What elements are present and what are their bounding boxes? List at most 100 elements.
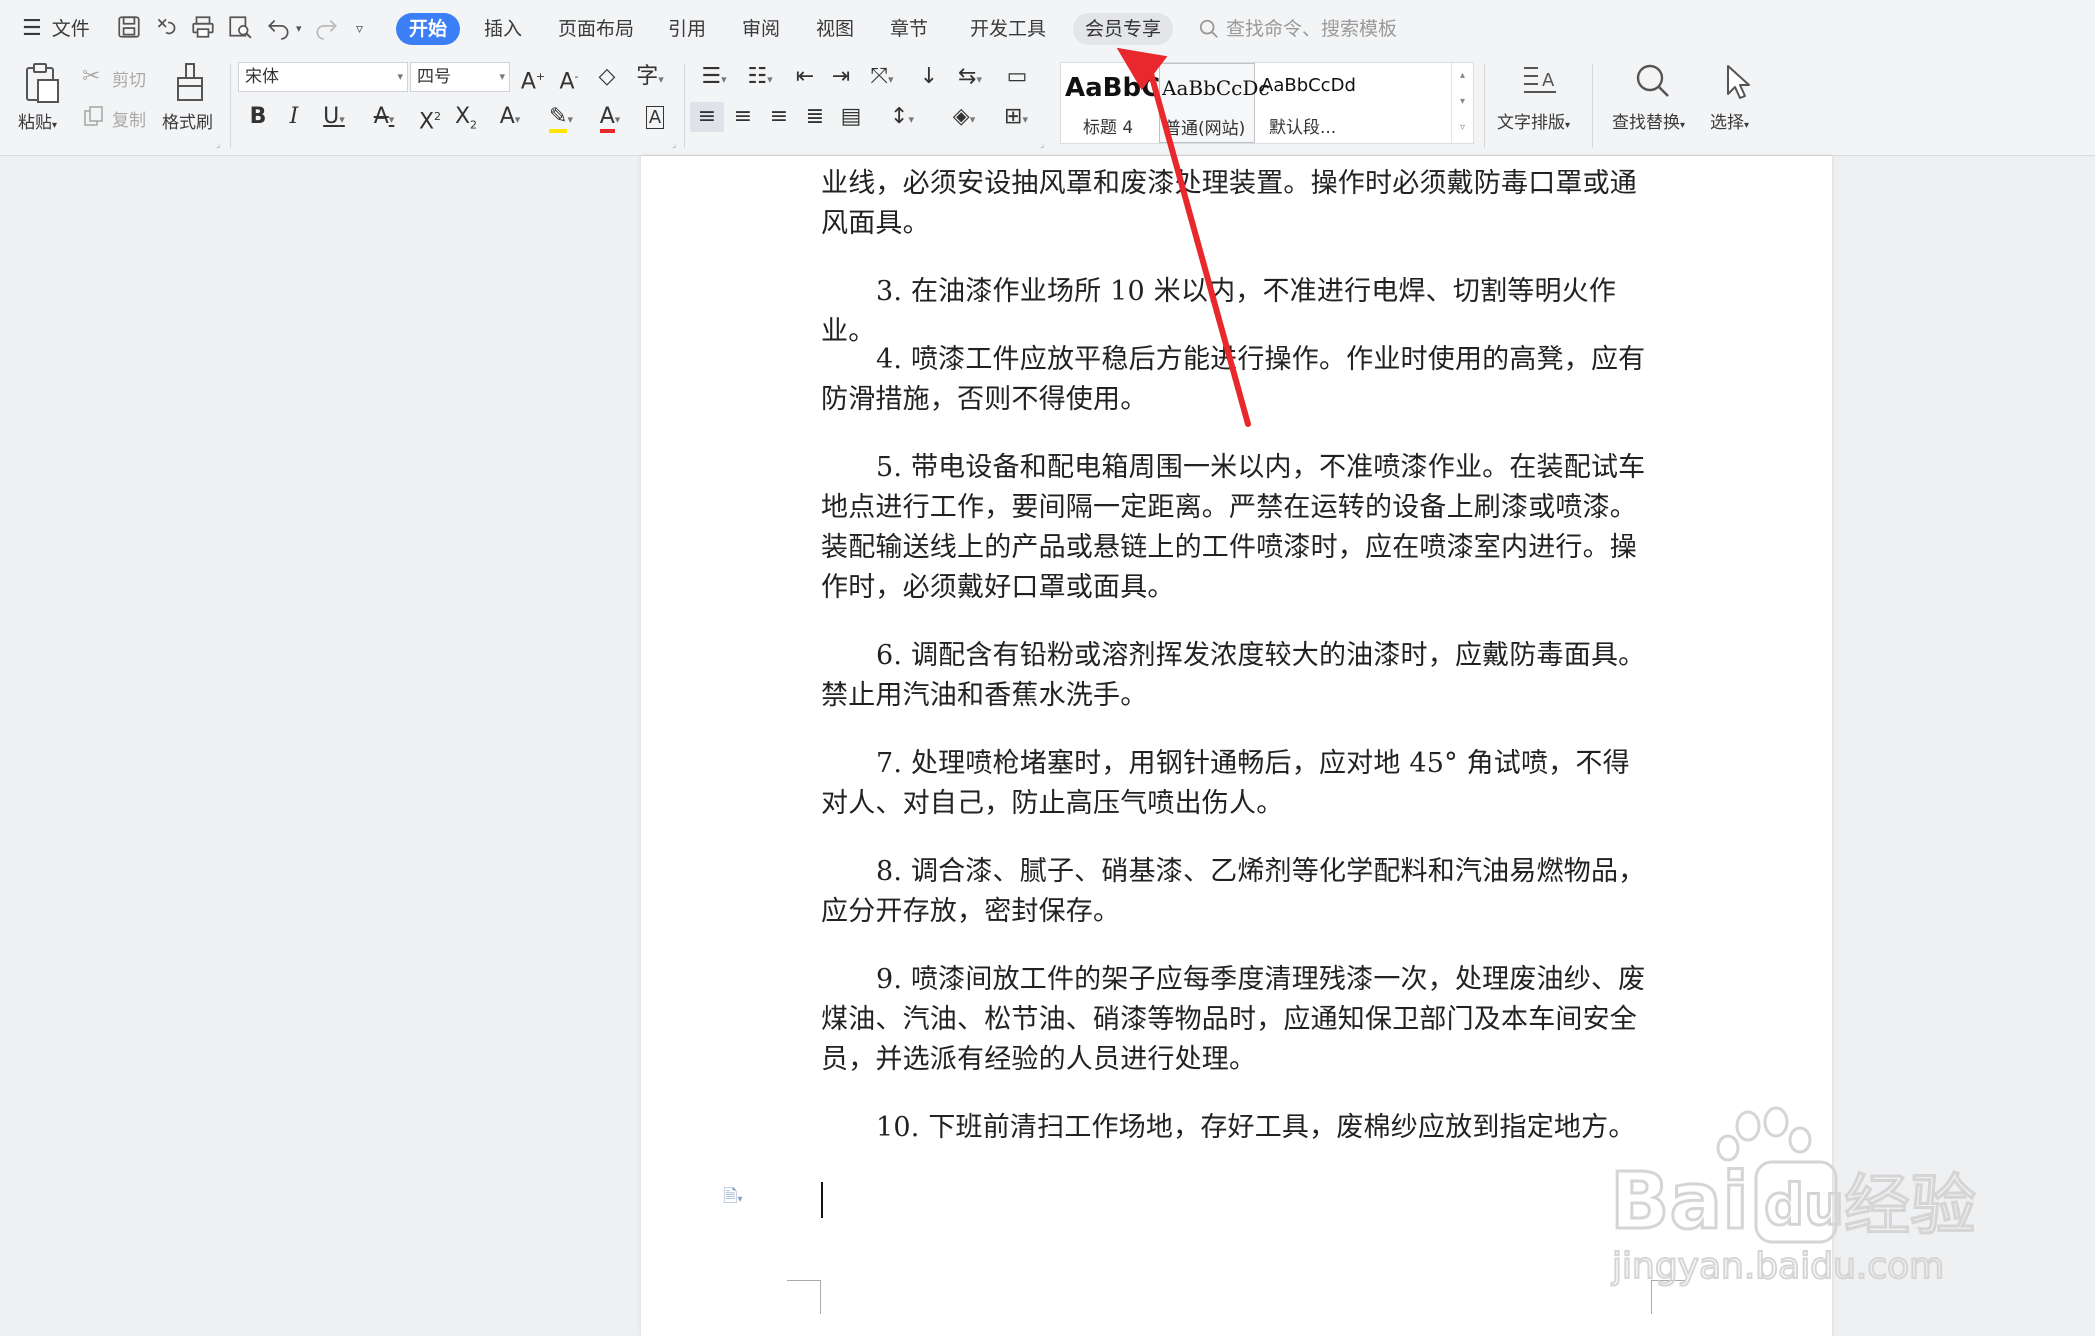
increase-indent-icon[interactable]: ⇥ — [826, 62, 856, 92]
paragraph[interactable]: 4. 喷漆工件应放平稳后方能进行操作。作业时使用的高凳，应有防滑措施，否则不得使… — [821, 340, 1653, 420]
align-right-icon[interactable]: ≡ — [764, 102, 794, 132]
italic-icon[interactable]: I — [280, 102, 308, 132]
text-layout-label[interactable]: 文字排版▾ — [1497, 108, 1570, 133]
file-menu[interactable]: ☰ 文件 — [22, 14, 90, 44]
tab-start[interactable]: 开始 — [396, 13, 460, 45]
font-name-select[interactable]: 宋体 ▾ — [238, 62, 408, 92]
undo-icon[interactable] — [266, 14, 296, 44]
show-hide-marks-icon[interactable]: ⇆▾ — [950, 62, 990, 95]
chinese-layout-icon[interactable]: ⤧▾ — [862, 62, 902, 95]
distributed-align-icon[interactable]: ▤ — [836, 102, 866, 132]
file-menu-label: 文件 — [51, 18, 90, 40]
bold-icon[interactable]: B — [244, 102, 272, 132]
cut-button[interactable]: ✂ 剪切 — [82, 64, 146, 91]
align-left-icon[interactable]: ≡ — [690, 102, 724, 132]
tab-page-layout[interactable]: 页面布局 — [558, 14, 634, 44]
save-icon[interactable] — [116, 14, 146, 44]
shading-icon[interactable]: ◈▾ — [944, 102, 984, 135]
command-search[interactable]: 查找命令、搜索模板 — [1198, 13, 1397, 45]
text-layout-button[interactable]: A — [1520, 62, 1560, 102]
paragraph[interactable]: 7. 处理喷枪堵塞时，用钢针通畅后，应对地 45° 角试喷，不得对人、对自己，防… — [821, 744, 1653, 824]
tab-member[interactable]: 会员专享 — [1073, 13, 1173, 45]
sort-icon[interactable]: ↓ — [914, 62, 944, 92]
customize-toolbar-icon[interactable]: ▿ — [356, 14, 386, 44]
chevron-down-icon: ▾ — [499, 70, 505, 83]
find-replace-label-text: 查找替换 — [1612, 113, 1680, 133]
style-normal-web[interactable]: AaBbCcDc 普通(网站) — [1159, 63, 1270, 143]
strikethrough-icon[interactable]: A▾ — [364, 102, 404, 135]
text-cursor — [821, 1182, 823, 1218]
format-painter-label[interactable]: 格式刷 — [162, 108, 213, 133]
tab-view[interactable]: 视图 — [816, 14, 854, 44]
text-effect-icon[interactable]: A▾ — [490, 102, 530, 135]
tab-section[interactable]: 章节 — [890, 14, 928, 44]
numbered-list-icon[interactable]: ☷▾ — [740, 62, 780, 95]
magnifier-icon — [1636, 64, 1669, 97]
increase-font-size-icon[interactable]: A+ — [518, 62, 548, 97]
decrease-font-size-icon[interactable]: A- — [554, 62, 584, 97]
underline-icon[interactable]: U▾ — [314, 102, 354, 135]
ribbon-divider — [1484, 64, 1485, 148]
clear-format-icon[interactable]: ◇ — [592, 62, 622, 92]
font-dialog-launcher-icon[interactable]: ⌟ — [672, 140, 676, 150]
clipboard-dialog-launcher-icon[interactable]: ⌟ — [216, 140, 220, 150]
ribbon-divider — [230, 64, 231, 148]
character-border-icon[interactable]: A — [640, 102, 670, 133]
text-layout-icon: A — [1524, 67, 1556, 93]
paragraph[interactable]: 8. 调合漆、腻子、硝基漆、乙烯剂等化学配料和汽油易燃物品，应分开存放，密封保存… — [821, 852, 1653, 932]
style-heading4-sample: AaBbC — [1065, 73, 1161, 103]
justify-icon[interactable]: ≣ — [800, 102, 830, 132]
ribbon-toolbar: 粘贴▾ ✂ 剪切 复制 格式刷 ⌟ 宋体 ▾ 四号 ▾ A+ A- ◇ 字▾ B… — [0, 58, 2095, 156]
paragraph-dialog-launcher-icon[interactable]: ⌟ — [1040, 140, 1044, 150]
decrease-indent-icon[interactable]: ⇤ — [790, 62, 820, 92]
style-heading4-name: 标题 4 — [1083, 118, 1134, 138]
export-icon[interactable] — [153, 14, 183, 44]
cut-label: 剪切 — [112, 71, 146, 91]
copy-button[interactable]: 复制 — [82, 104, 146, 131]
paragraph[interactable]: 9. 喷漆间放工件的架子应每季度清理残漆一次，处理废油纱、废煤油、汽油、松节油、… — [821, 960, 1653, 1080]
paste-label[interactable]: 粘贴▾ — [18, 108, 57, 133]
tab-references[interactable]: 引用 — [668, 14, 706, 44]
find-replace-label[interactable]: 查找替换▾ — [1612, 108, 1685, 133]
style-default-paragraph[interactable]: AaBbCcDd 默认段... — [1257, 63, 1447, 143]
chevron-down-icon[interactable]: ▾ — [1452, 89, 1473, 115]
redo-icon[interactable] — [313, 14, 343, 44]
align-center-icon[interactable]: ≡ — [728, 102, 758, 132]
scissors-icon: ✂ — [82, 64, 101, 89]
print-icon[interactable] — [190, 14, 220, 44]
phonetic-guide-icon[interactable]: 字▾ — [630, 62, 670, 95]
borders-icon[interactable]: ⊞▾ — [996, 102, 1036, 135]
select-button[interactable] — [1720, 62, 1754, 102]
tab-insert[interactable]: 插入 — [484, 14, 522, 44]
paragraph[interactable]: 5. 带电设备和配电箱周围一米以内，不准喷漆作业。在装配试车地点进行工作，要间隔… — [821, 448, 1653, 608]
paste-button[interactable] — [22, 62, 62, 106]
find-replace-button[interactable] — [1632, 62, 1672, 102]
line-spacing-icon[interactable]: ↕▾ — [882, 102, 922, 135]
select-label-text: 选择 — [1710, 113, 1744, 133]
style-gallery-scroll[interactable]: ▴ ▾ ▿ — [1451, 63, 1473, 143]
paragraph[interactable]: 10. 下班前清扫工作场地，存好工具，废棉纱应放到指定地方。 — [821, 1108, 1653, 1148]
format-painter-button[interactable] — [172, 62, 208, 104]
paragraph-settings-icon[interactable]: 🗎▾ — [723, 1184, 743, 1214]
tab-review[interactable]: 审阅 — [742, 14, 780, 44]
page-corner-mark — [787, 1280, 821, 1314]
text-layout-label-text: 文字排版 — [1497, 113, 1565, 133]
paragraph[interactable]: 业线，必须安设抽风罩和废漆处理装置。操作时必须戴防毒口罩或通风面具。 — [821, 164, 1653, 244]
tab-developer-tools[interactable]: 开发工具 — [970, 14, 1046, 44]
baidu-watermark-logo: Bai du 经验 jingyan.baidu.com — [1609, 1106, 1978, 1288]
gallery-more-icon[interactable]: ▿ — [1452, 115, 1473, 141]
subscript-icon[interactable]: X2 — [450, 102, 482, 140]
bullet-list-icon[interactable]: ☰▾ — [694, 62, 734, 95]
font-color-icon[interactable]: A▾ — [590, 102, 630, 135]
superscript-icon[interactable]: X2 — [414, 102, 446, 137]
select-label[interactable]: 选择▾ — [1710, 108, 1749, 133]
style-heading4[interactable]: AaBbC 标题 4 — [1061, 63, 1161, 143]
paragraph[interactable]: 6. 调配含有铅粉或溶剂挥发浓度较大的油漆时，应戴防毒面具。禁止用汽油和香蕉水洗… — [821, 636, 1653, 716]
watermark-brand: Bai — [1610, 1157, 1749, 1247]
chevron-up-icon[interactable]: ▴ — [1452, 63, 1473, 89]
print-preview-icon[interactable] — [227, 14, 257, 44]
table-ruler-icon[interactable]: ▭ — [1000, 62, 1034, 92]
watermark-cn: 经验 — [1844, 1167, 1976, 1244]
highlight-color-icon[interactable]: ✎▾ — [540, 102, 582, 135]
font-size-select[interactable]: 四号 ▾ — [410, 62, 510, 92]
